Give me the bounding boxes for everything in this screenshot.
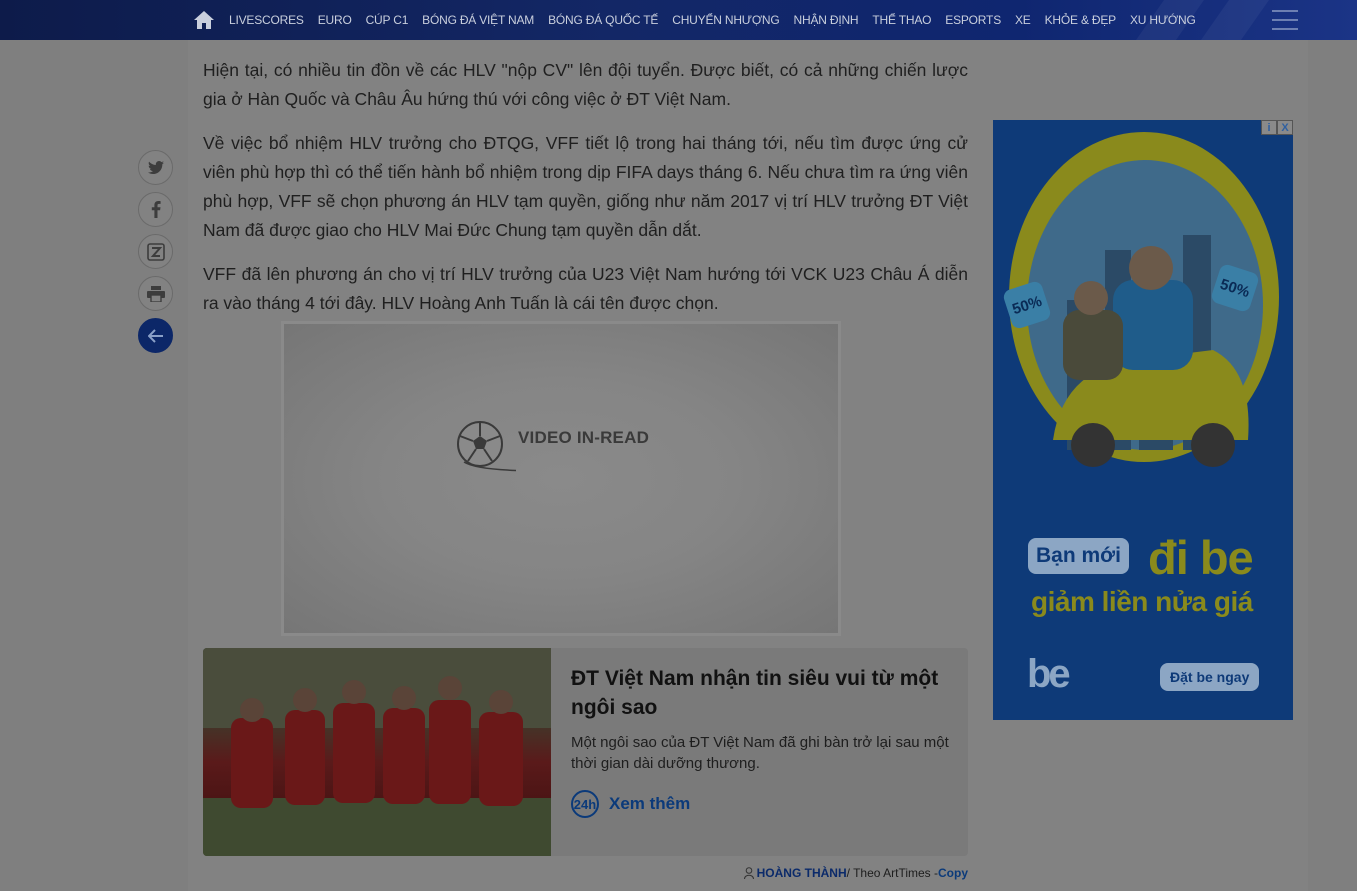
video-label: VIDEO IN-READ <box>518 428 650 447</box>
ad-close-icon[interactable]: X <box>1277 120 1293 135</box>
article-paragraph: VFF đã lên phương án cho vị trí HLV trưở… <box>203 264 968 313</box>
ad-headline: đi be <box>1148 531 1254 584</box>
twitter-share-button[interactable] <box>138 150 173 185</box>
user-icon <box>743 867 754 879</box>
print-button[interactable] <box>138 276 173 311</box>
author-name[interactable]: HOÀNG THÀNH <box>757 866 847 880</box>
nav-item-esports[interactable]: ESPORTS <box>938 13 1008 27</box>
hamburger-menu-icon[interactable] <box>1272 10 1298 30</box>
nav-item-khoe-dep[interactable]: KHỎE & ĐẸP <box>1038 13 1123 27</box>
nav-item-livescores[interactable]: LIVESCORES <box>222 13 311 27</box>
related-article-title[interactable]: ĐT Việt Nam nhận tin siêu vui từ một ngô… <box>571 664 951 722</box>
ad-new-user-pill: Bạn mới <box>1028 538 1129 574</box>
article-credit: HOÀNG THÀNH / Theo ArtTimes - Copy <box>743 866 968 880</box>
nav-item-nhan-dinh[interactable]: NHẬN ĐỊNH <box>787 13 866 27</box>
top-navigation: LIVESCORES EURO CÚP C1 BÓNG ĐÁ VIỆT NAM … <box>0 0 1357 40</box>
nav-item-xe[interactable]: XE <box>1008 13 1038 27</box>
ad-controls: i X <box>1261 120 1293 135</box>
soccer-ball-icon <box>457 421 516 472</box>
twitter-icon <box>147 160 164 174</box>
nav-item-the-thao[interactable]: THỂ THAO <box>865 13 938 27</box>
ad-cta-button[interactable]: Đặt be ngay <box>1160 663 1260 691</box>
players-photo <box>203 648 551 856</box>
related-article-image[interactable] <box>203 648 551 856</box>
print-icon <box>146 285 165 302</box>
home-icon[interactable] <box>193 10 215 30</box>
zalo-share-button[interactable] <box>138 234 173 269</box>
article-paragraph: Về việc bổ nhiệm HLV trưởng cho ĐTQG, VF… <box>203 133 968 240</box>
read-more-link[interactable]: 24h Xem thêm <box>571 790 690 818</box>
back-arrow-icon <box>147 328 163 343</box>
related-article-description: Một ngôi sao của ĐT Việt Nam đã ghi bàn … <box>571 734 949 772</box>
nav-items: LIVESCORES EURO CÚP C1 BÓNG ĐÁ VIỆT NAM … <box>222 0 1203 40</box>
nav-item-chuyen-nhuong[interactable]: CHUYỂN NHƯỢNG <box>665 13 786 27</box>
advertisement-banner[interactable]: 50% 50% Bạn mới đi be giảm liền nửa giá … <box>993 120 1293 720</box>
credit-source: / Theo ArtTimes - <box>846 866 938 880</box>
nav-item-bong-da-viet-nam[interactable]: BÓNG ĐÁ VIỆT NAM <box>415 13 541 27</box>
be-logo: be <box>1027 652 1071 696</box>
back-button[interactable] <box>138 318 173 353</box>
ad-info-icon[interactable]: i <box>1261 120 1277 135</box>
facebook-icon <box>151 201 161 218</box>
nav-decoration <box>1200 0 1270 40</box>
nav-item-cup-c1[interactable]: CÚP C1 <box>359 13 416 27</box>
read-more-label: Xem thêm <box>609 794 691 813</box>
article-body: Hiện tại, có nhiều tin đồn về các HLV "n… <box>203 56 968 333</box>
article-paragraph: Hiện tại, có nhiều tin đồn về các HLV "n… <box>203 60 968 109</box>
nav-item-euro[interactable]: EURO <box>311 13 359 27</box>
related-article-card[interactable]: ĐT Việt Nam nhận tin siêu vui từ một ngô… <box>203 648 968 856</box>
video-in-read-player[interactable]: VIDEO IN-READ <box>281 321 841 636</box>
nav-item-xu-huong[interactable]: XU HƯỚNG <box>1123 13 1203 27</box>
zalo-icon <box>146 242 165 261</box>
24h-logo-icon: 24h <box>571 790 599 818</box>
facebook-share-button[interactable] <box>138 192 173 227</box>
ad-subline: giảm liền nửa giá <box>1031 586 1253 617</box>
nav-item-bong-da-quoc-te[interactable]: BÓNG ĐÁ QUỐC TẾ <box>541 13 665 27</box>
copy-link[interactable]: Copy <box>938 866 968 880</box>
